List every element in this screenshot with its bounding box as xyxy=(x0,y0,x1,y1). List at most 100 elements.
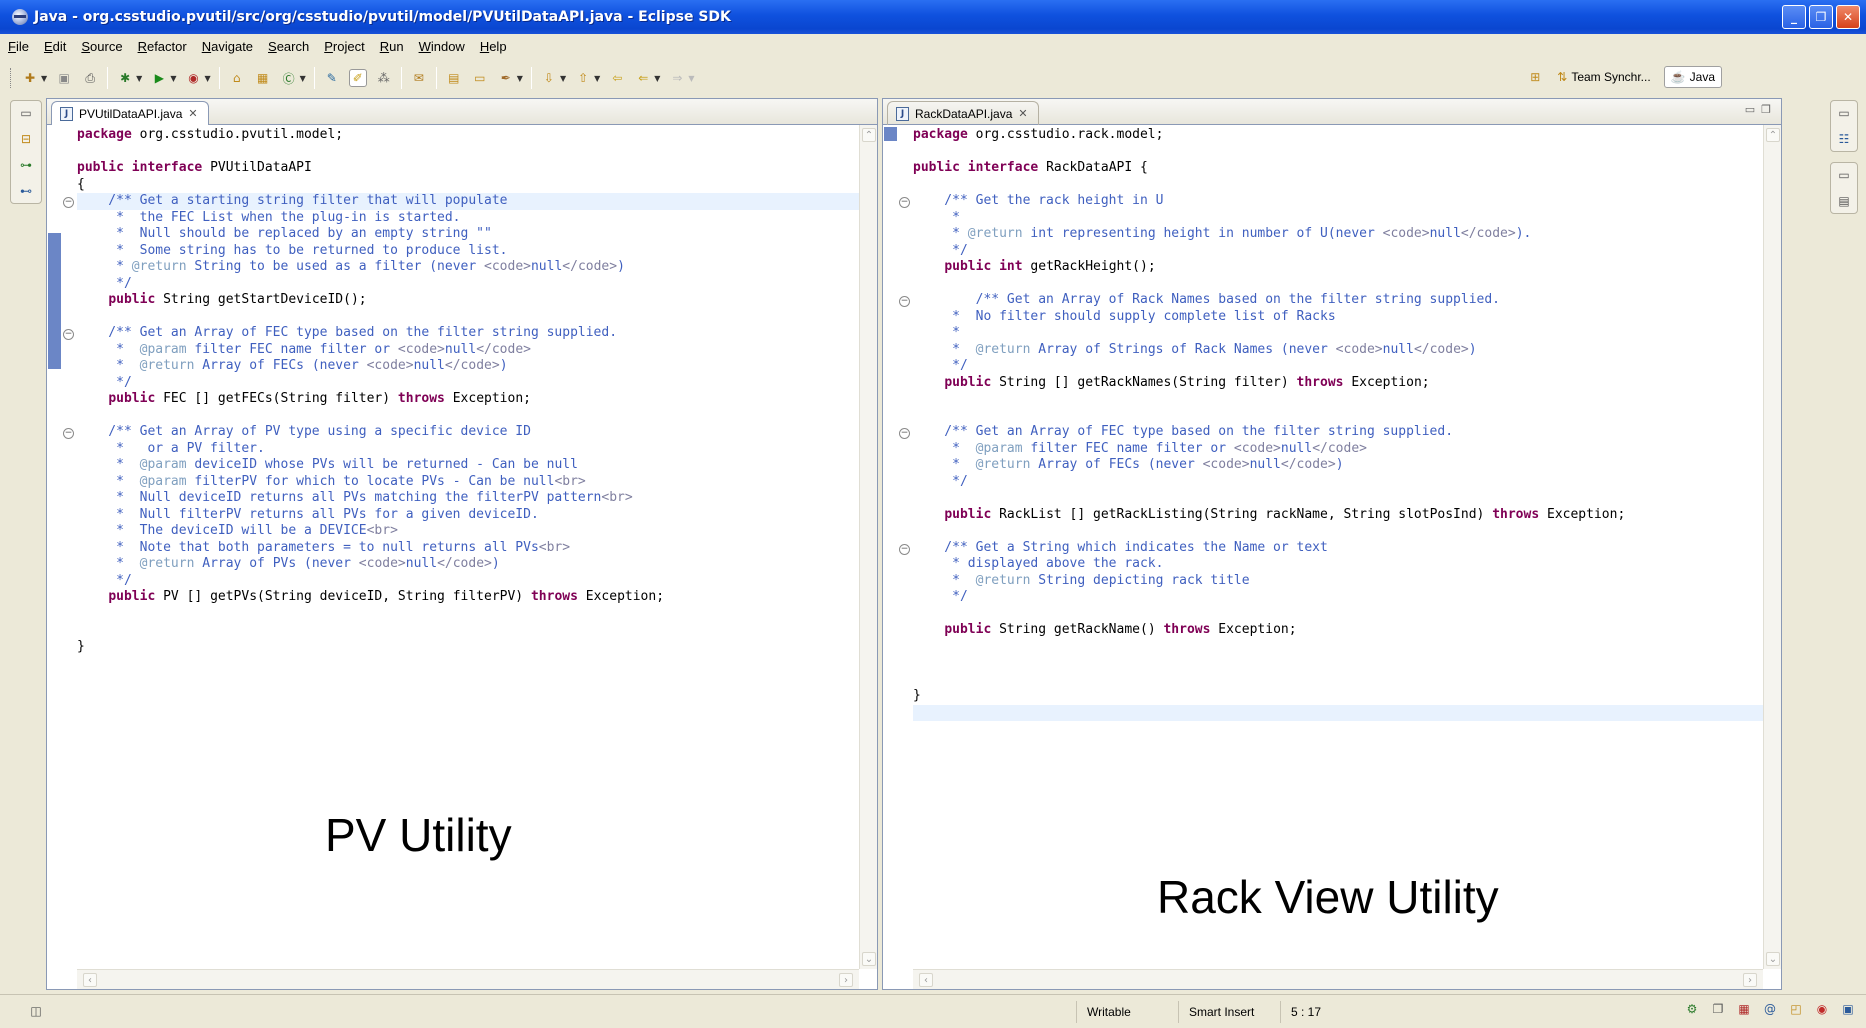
code-line[interactable]: * Some string has to be returned to prod… xyxy=(77,243,859,260)
open-project-icon[interactable]: ▤ xyxy=(445,69,463,87)
menu-window[interactable]: Window xyxy=(419,39,465,54)
code-editor-right[interactable]: − − − − package org.csstudio.rack.model;… xyxy=(883,125,1781,989)
java-perspective[interactable]: ☕ Java xyxy=(1663,66,1722,88)
code-line[interactable]: * @return String depicting rack title xyxy=(913,573,1763,590)
dropdown-arrow-icon[interactable]: ▼ xyxy=(300,74,306,83)
vertical-scrollbar[interactable]: ⌃ ⌄ xyxy=(1763,125,1781,969)
open-type-icon[interactable]: ✎ xyxy=(323,69,341,87)
menu-refactor[interactable]: Refactor xyxy=(138,39,187,54)
problems-icon[interactable]: ▦ xyxy=(1736,1001,1752,1017)
last-edit-location-icon[interactable]: ⇦ xyxy=(608,69,626,87)
close-tab-icon[interactable]: ✕ xyxy=(1018,107,1027,120)
code-line[interactable]: public interface PVUtilDataAPI xyxy=(77,160,859,177)
menu-project[interactable]: Project xyxy=(324,39,364,54)
code-line[interactable]: */ xyxy=(913,358,1763,375)
declaration-icon[interactable]: ◰ xyxy=(1788,1001,1804,1017)
code-line[interactable] xyxy=(913,276,1763,293)
code-line[interactable] xyxy=(913,523,1763,540)
code-line[interactable] xyxy=(913,177,1763,194)
code-line[interactable]: public String getStartDeviceID(); xyxy=(77,292,859,309)
code-line[interactable]: public String [] getRackNames(String fil… xyxy=(913,375,1763,392)
code-line[interactable] xyxy=(913,606,1763,623)
next-annotation-icon[interactable]: ⇩ xyxy=(540,69,558,87)
code-line[interactable]: * Null should be replaced by an empty st… xyxy=(77,226,859,243)
minimize-view-icon[interactable]: ▭ xyxy=(1745,103,1755,116)
debug-icon[interactable]: ✱ xyxy=(116,69,134,87)
back-icon[interactable]: ⇐ xyxy=(634,69,652,87)
dropdown-arrow-icon[interactable]: ▼ xyxy=(654,74,660,83)
code-line[interactable] xyxy=(913,391,1763,408)
menu-search[interactable]: Search xyxy=(268,39,309,54)
restore-view-icon[interactable]: ▭ xyxy=(1836,167,1852,183)
print-icon[interactable]: ⎙ xyxy=(81,69,99,87)
fold-toggle-icon[interactable]: − xyxy=(899,296,910,307)
restore-view-icon[interactable]: ▭ xyxy=(18,105,34,121)
code-line[interactable]: * @return int representing height in num… xyxy=(913,226,1763,243)
code-line[interactable]: * the FEC List when the plug-in is start… xyxy=(77,210,859,227)
code-line[interactable]: } xyxy=(77,639,859,656)
code-line[interactable] xyxy=(77,309,859,326)
code-line[interactable]: /** Get an Array of Rack Names based on … xyxy=(913,292,1763,309)
dropdown-arrow-icon[interactable]: ▼ xyxy=(594,74,600,83)
scroll-up-icon[interactable]: ⌃ xyxy=(862,128,876,142)
menu-edit[interactable]: Edit xyxy=(44,39,66,54)
code-line[interactable]: public RackList [] getRackListing(String… xyxy=(913,507,1763,524)
scroll-up-icon[interactable]: ⌃ xyxy=(1766,128,1780,142)
code-line[interactable]: * Null filterPV returns all PVs for a gi… xyxy=(77,507,859,524)
outline-tree-icon[interactable]: ⊷ xyxy=(18,183,34,199)
fold-toggle-icon[interactable]: − xyxy=(899,197,910,208)
code-line[interactable]: /** Get the rack height in U xyxy=(913,193,1763,210)
fast-view-icon[interactable]: ◫ xyxy=(28,1003,44,1019)
menu-run[interactable]: Run xyxy=(380,39,404,54)
horizontal-scrollbar[interactable]: ‹ › xyxy=(77,969,859,989)
restore-view-icon[interactable]: ▭ xyxy=(1836,105,1852,121)
code-line[interactable]: /** Get an Array of FEC type based on th… xyxy=(913,424,1763,441)
dropdown-arrow-icon[interactable]: ▼ xyxy=(688,74,694,83)
tab-pvutildataapi[interactable]: J PVUtilDataAPI.java ✕ xyxy=(51,101,209,125)
code-line[interactable]: * xyxy=(913,325,1763,342)
open-task-icon[interactable]: ✉ xyxy=(410,69,428,87)
code-line[interactable]: public PV [] getPVs(String deviceID, Str… xyxy=(77,589,859,606)
code-line[interactable]: } xyxy=(913,688,1763,705)
code-line[interactable]: * @return Array of FECs (never <code>nul… xyxy=(77,358,859,375)
tab-rackdataapi[interactable]: J RackDataAPI.java ✕ xyxy=(887,101,1039,125)
scroll-right-icon[interactable]: › xyxy=(1743,973,1757,987)
external-tools-icon[interactable]: ◉ xyxy=(184,69,202,87)
dropdown-arrow-icon[interactable]: ▼ xyxy=(136,74,142,83)
dropdown-arrow-icon[interactable]: ▼ xyxy=(517,74,523,83)
minimize-button[interactable]: _ xyxy=(1782,5,1806,29)
code-line[interactable]: * @return Array of FECs (never <code>nul… xyxy=(913,457,1763,474)
fold-toggle-icon[interactable]: − xyxy=(63,329,74,340)
code-line[interactable]: */ xyxy=(913,243,1763,260)
code-line[interactable]: * xyxy=(913,210,1763,227)
new-package-icon[interactable]: ▦ xyxy=(254,69,272,87)
code-line[interactable]: * @return Array of PVs (never <code>null… xyxy=(77,556,859,573)
code-line[interactable] xyxy=(77,622,859,639)
code-line[interactable]: * @param filter FEC name filter or <code… xyxy=(77,342,859,359)
code-line[interactable] xyxy=(913,144,1763,161)
code-line[interactable] xyxy=(77,408,859,425)
error-log-icon[interactable]: ◉ xyxy=(1814,1001,1830,1017)
code-line[interactable] xyxy=(913,672,1763,689)
new-class-icon[interactable]: Ⓒ xyxy=(280,69,298,87)
vertical-scrollbar[interactable]: ⌃ ⌄ xyxy=(859,125,877,969)
code-line[interactable]: /** Get a String which indicates the Nam… xyxy=(913,540,1763,557)
code-line[interactable] xyxy=(77,606,859,623)
fold-toggle-icon[interactable]: − xyxy=(63,197,74,208)
code-line[interactable]: package org.csstudio.pvutil.model; xyxy=(77,127,859,144)
code-line[interactable]: * @param filterPV for which to locate PV… xyxy=(77,474,859,491)
code-line[interactable]: public FEC [] getFECs(String filter) thr… xyxy=(77,391,859,408)
code-line[interactable]: /** Get an Array of PV type using a spec… xyxy=(77,424,859,441)
dropdown-arrow-icon[interactable]: ▼ xyxy=(170,74,176,83)
fold-toggle-icon[interactable]: − xyxy=(63,428,74,439)
new-icon[interactable]: ✚ xyxy=(21,69,39,87)
toggle-mark-occurrences-icon[interactable]: ✐ xyxy=(348,69,367,87)
code-line[interactable]: public interface RackDataAPI { xyxy=(913,160,1763,177)
code-line[interactable]: * @param deviceID whose PVs will be retu… xyxy=(77,457,859,474)
maximize-view-icon[interactable]: ❐ xyxy=(1761,103,1771,116)
brush-icon[interactable]: ✒ xyxy=(497,69,515,87)
code-text[interactable]: package org.csstudio.rack.model; public i… xyxy=(913,125,1763,969)
open-folder-icon[interactable]: ▭ xyxy=(471,69,489,87)
dropdown-arrow-icon[interactable]: ▼ xyxy=(41,74,47,83)
close-tab-icon[interactable]: ✕ xyxy=(188,107,197,120)
